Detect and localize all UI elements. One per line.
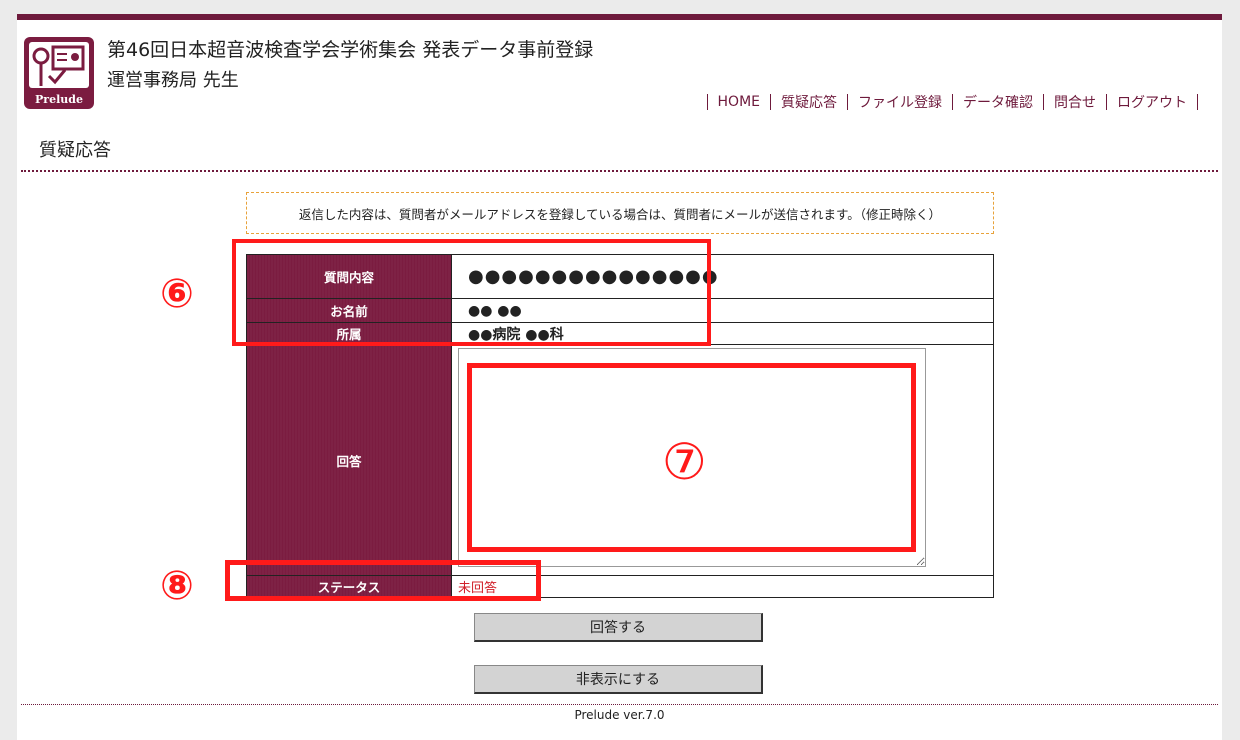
nav-separator	[1197, 94, 1198, 110]
nav-separator	[847, 94, 848, 110]
nav-separator	[770, 94, 771, 110]
user-name: 運営事務局 先生	[107, 70, 239, 91]
annotation-mark-7: ⑦	[662, 433, 707, 491]
prelude-logo: Prelude	[24, 37, 94, 109]
annotation-mark-6: ⑥	[160, 271, 194, 317]
notice-box: 返信した内容は、質問者がメールアドレスを登録している場合は、質問者にメールが送信…	[246, 192, 994, 234]
nav-contact[interactable]: 問合せ	[1054, 92, 1096, 112]
main-nav: HOME 質疑応答 ファイル登録 データ確認 問合せ ログアウト	[697, 92, 1208, 112]
presentation-icon	[29, 42, 89, 88]
divider-top	[21, 170, 1218, 172]
page: Prelude 第46回日本超音波検査学会学術集会 発表データ事前登録 運営事務…	[17, 14, 1222, 740]
nav-separator	[1043, 94, 1044, 110]
divider-bottom	[21, 704, 1218, 705]
annotation-mark-8: ⑧	[160, 563, 194, 609]
reply-button[interactable]: 回答する	[474, 613, 763, 642]
event-title: 第46回日本超音波検査学会学術集会 発表データ事前登録	[107, 39, 594, 61]
logo-label: Prelude	[35, 93, 83, 106]
page-title: 質疑応答	[39, 140, 111, 161]
nav-file-register[interactable]: ファイル登録	[858, 92, 942, 112]
nav-separator	[952, 94, 953, 110]
notice-text: 返信した内容は、質問者がメールアドレスを登録している場合は、質問者にメールが送信…	[298, 206, 942, 222]
hide-button[interactable]: 非表示にする	[474, 665, 763, 694]
annotation-box-8	[225, 560, 541, 601]
nav-logout[interactable]: ログアウト	[1117, 92, 1187, 112]
nav-home[interactable]: HOME	[718, 94, 760, 110]
nav-data-check[interactable]: データ確認	[963, 92, 1033, 112]
footer-version: Prelude ver.7.0	[574, 708, 665, 722]
annotation-box-6	[232, 239, 711, 346]
nav-separator	[706, 94, 708, 110]
nav-qa[interactable]: 質疑応答	[781, 92, 837, 112]
nav-separator	[1106, 94, 1107, 110]
answer-label: 回答	[246, 344, 452, 576]
